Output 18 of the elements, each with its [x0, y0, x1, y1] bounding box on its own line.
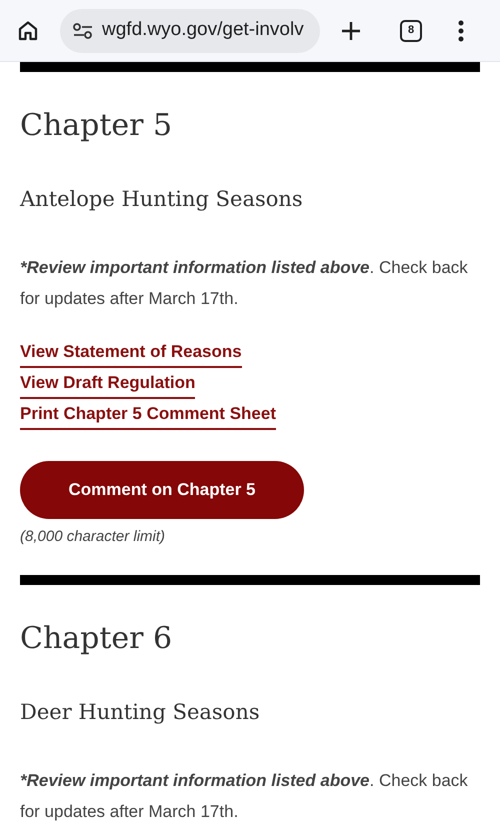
character-limit-note: (8,000 character limit) — [20, 527, 166, 547]
new-tab-icon[interactable] — [340, 20, 362, 42]
chapter-heading: Chapter 5 — [20, 107, 174, 145]
document-link[interactable]: View Draft Regulation — [20, 369, 196, 399]
info-note: *Review important information listed above. Check back for updates after March 17th. — [20, 257, 469, 310]
tab-count[interactable]: 8 — [400, 20, 422, 42]
home-icon[interactable] — [16, 18, 40, 42]
chapter-subtitle: Deer Hunting Seasons — [20, 699, 261, 726]
more-menu-icon[interactable] — [458, 20, 464, 42]
chapter-heading: Chapter 6 — [20, 620, 174, 658]
chapter-subtitle: Antelope Hunting Seasons — [20, 186, 304, 213]
info-note: *Review important information listed above. Check back for updates after March 17th. — [20, 770, 469, 823]
document-link[interactable]: Print Chapter 5 Comment Sheet — [20, 400, 276, 430]
document-link[interactable]: View Statement of Reasons — [20, 338, 242, 368]
site-settings-icon[interactable] — [72, 22, 94, 40]
address-bar[interactable]: wgfd.wyo.gov/get-involv — [60, 8, 320, 52]
comment-button[interactable]: Comment on Chapter 5 — [20, 461, 304, 519]
url-text: wgfd.wyo.gov/get-involv — [102, 18, 304, 42]
